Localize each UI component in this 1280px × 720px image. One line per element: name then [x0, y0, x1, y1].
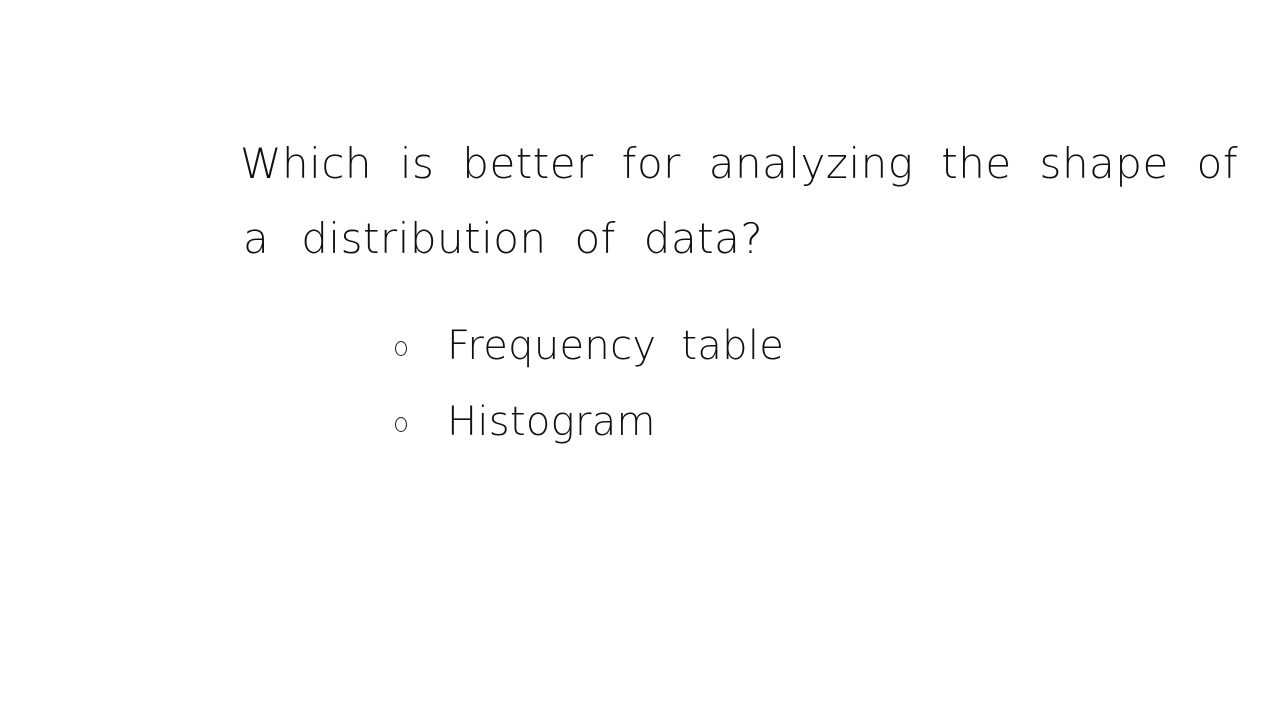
- question-text-line-2: a distribution of data?: [243, 218, 763, 260]
- option-label[interactable]: Histogram: [447, 402, 656, 442]
- option-frequency-table[interactable]: Frequency table: [395, 308, 784, 384]
- question-text-line-1: Which is better for analyzing the shape …: [240, 139, 1239, 188]
- question-page: Which is better for analyzing the shape …: [0, 0, 1280, 720]
- radio-circle-icon[interactable]: [395, 416, 407, 432]
- option-label[interactable]: Frequency table: [447, 326, 784, 366]
- option-histogram[interactable]: Histogram: [395, 384, 784, 460]
- answer-options: Frequency table Histogram: [395, 308, 784, 460]
- question-lead-word: a: [243, 214, 270, 263]
- radio-circle-icon[interactable]: [395, 340, 407, 356]
- question-text-line-2-rest: distribution of data?: [301, 214, 764, 263]
